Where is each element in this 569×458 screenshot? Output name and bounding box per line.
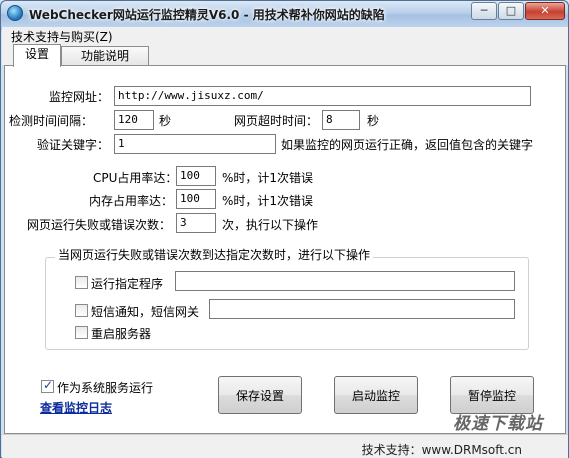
run-program-input[interactable] [175, 271, 515, 291]
service-checkbox[interactable] [41, 378, 54, 393]
interval-label: 检测时间间隔： [9, 114, 94, 128]
status-text: 技术支持：www.DRMsoft.cn [361, 443, 522, 457]
memory-label: 内存占用率达： [89, 194, 174, 208]
app-window: WebChecker网站运行监控精灵V6.0 - 用技术帮补你网站的缺陷 ─ □… [0, 0, 569, 458]
run-program-label[interactable]: 运行指定程序 [91, 275, 163, 292]
url-label: 监控网址： [49, 90, 110, 104]
close-button[interactable]: ✕ [525, 2, 565, 20]
memory-hint: %时，计1次错误 [222, 194, 314, 208]
fail-count-input[interactable]: 3 [176, 213, 216, 233]
reboot-label[interactable]: 重启服务器 [91, 325, 151, 342]
settings-panel: 监控网址： http://www.jisuxz.com/ 检测时间间隔： 120… [4, 65, 566, 434]
title-bar[interactable]: WebChecker网站运行监控精灵V6.0 - 用技术帮补你网站的缺陷 ─ □… [1, 1, 568, 27]
watermark-logo: 极速下载站 [453, 414, 543, 434]
cpu-input[interactable]: 100 [176, 166, 216, 186]
status-bar: 技术支持：www.DRMsoft.cn [2, 434, 568, 458]
run-program-checkbox[interactable] [75, 276, 88, 289]
timeout-input[interactable]: 8 [322, 110, 360, 130]
reboot-checkbox[interactable] [75, 326, 88, 339]
menu-bar: 技术支持与购买(Z) [2, 27, 568, 44]
minimize-button[interactable]: ─ [471, 2, 497, 20]
interval-unit: 秒 [159, 114, 172, 128]
actions-group-title: 当网页运行失败或错误次数到达指定次数时，进行以下操作 [55, 246, 374, 263]
cpu-label: CPU占用率达： [93, 171, 178, 185]
service-label[interactable]: 作为系统服务运行 [57, 379, 153, 396]
fail-count-hint: 次，执行以下操作 [222, 218, 319, 232]
view-log-link[interactable]: 查看监控日志 [40, 399, 112, 416]
interval-input[interactable]: 120 [114, 110, 154, 130]
keyword-input[interactable]: 1 [114, 134, 276, 154]
keyword-hint: 如果监控的网页运行正确，返回值包含的关键字 [281, 138, 534, 152]
memory-input[interactable]: 100 [176, 189, 216, 209]
timeout-unit: 秒 [367, 114, 380, 128]
sms-checkbox[interactable] [75, 304, 88, 317]
sms-gateway-input[interactable] [209, 299, 515, 319]
save-button[interactable]: 保存设置 [218, 376, 302, 414]
url-input[interactable]: http://www.jisuxz.com/ [114, 86, 531, 106]
tab-settings[interactable]: 设置 [13, 44, 61, 67]
start-button[interactable]: 启动监控 [334, 376, 418, 414]
app-globe-icon [7, 5, 23, 21]
sms-label[interactable]: 短信通知，短信网关 [91, 303, 199, 320]
window-title: WebChecker网站运行监控精灵V6.0 - 用技术帮补你网站的缺陷 [29, 8, 385, 22]
tab-strip: 设置 功能说明 [2, 43, 568, 67]
maximize-button[interactable]: □ [498, 2, 524, 20]
timeout-label: 网页超时时间： [234, 114, 319, 128]
cpu-hint: %时，计1次错误 [222, 171, 314, 185]
fail-count-label: 网页运行失败或错误次数： [27, 218, 172, 232]
tab-help[interactable]: 功能说明 [61, 46, 149, 66]
keyword-label: 验证关键字： [37, 138, 110, 152]
